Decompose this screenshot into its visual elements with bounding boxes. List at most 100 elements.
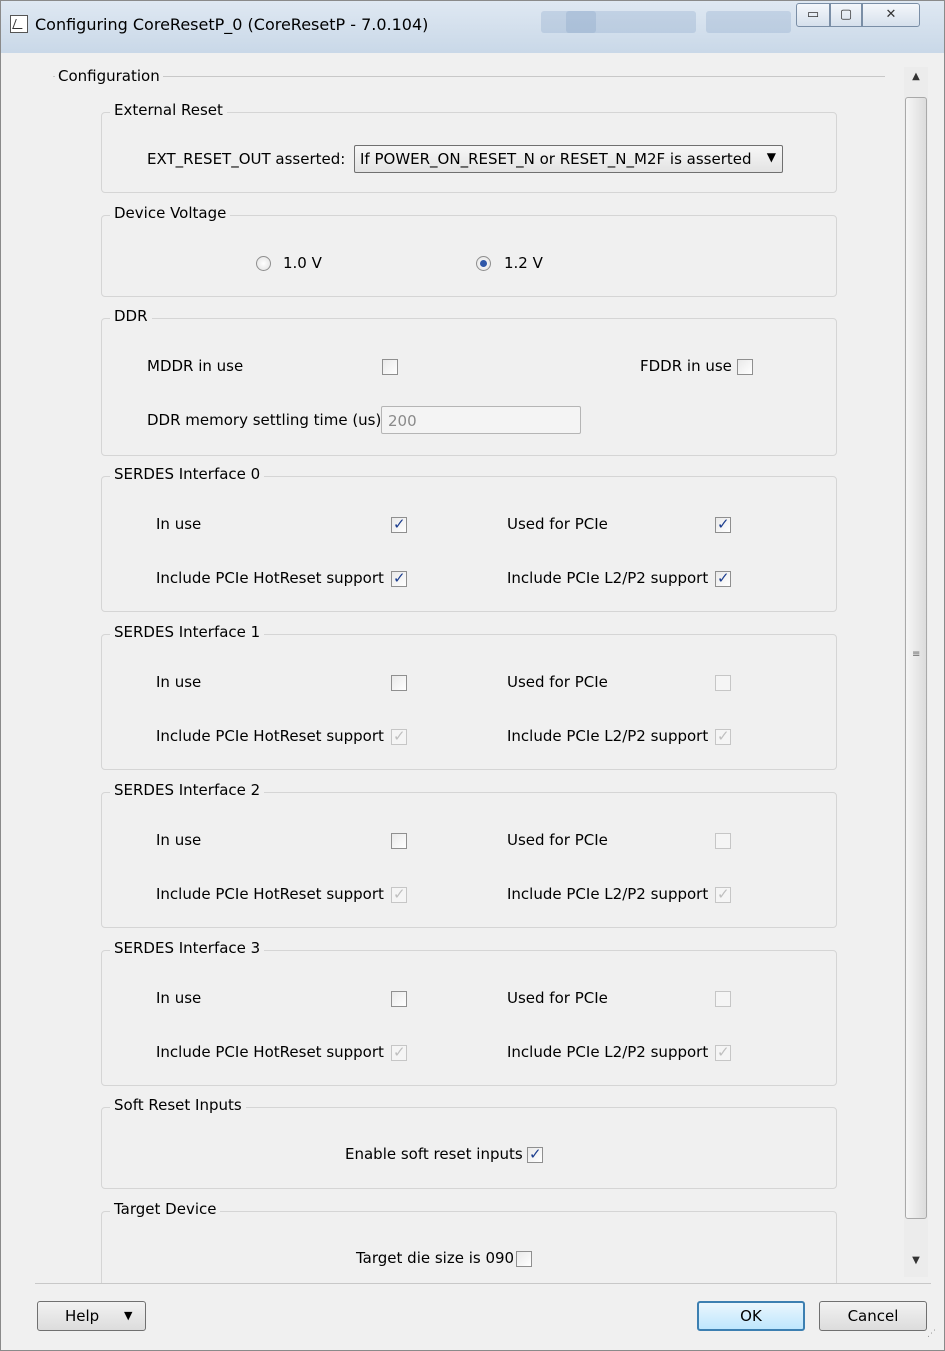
scrollbar-thumb[interactable]: ≡ bbox=[905, 97, 927, 1219]
serdes-2-hotreset-label: Include PCIe HotReset support bbox=[156, 885, 384, 903]
serdes-2-group: SERDES Interface 2 In use Used for PCIe … bbox=[101, 781, 837, 928]
enable-soft-reset-label: Enable soft reset inputs bbox=[345, 1145, 523, 1163]
serdes-2-hotreset-checkbox[interactable]: ✓ bbox=[391, 885, 407, 903]
serdes-1-used-pcie-checkbox[interactable] bbox=[715, 675, 731, 691]
mddr-in-use-label: MDDR in use bbox=[147, 357, 244, 375]
serdes-2-l2p2-label: Include PCIe L2/P2 support bbox=[507, 885, 709, 903]
voltage-1-0-label: 1.0 V bbox=[283, 254, 322, 272]
serdes-2-in-use-label: In use bbox=[156, 831, 202, 849]
target-die-size-checkbox[interactable] bbox=[516, 1251, 532, 1267]
target-device-group: Target Device Target die size is 090 bbox=[101, 1200, 837, 1283]
background-taskbar-item bbox=[566, 11, 696, 33]
serdes-0-group: SERDES Interface 0 In use ✓ Used for PCI… bbox=[101, 465, 837, 612]
ext-reset-out-value: If POWER_ON_RESET_N or RESET_N_M2F is as… bbox=[360, 150, 752, 168]
help-button[interactable]: Help ▼ bbox=[37, 1301, 146, 1331]
serdes-3-hotreset-checkbox[interactable]: ✓ bbox=[391, 1043, 407, 1061]
serdes-1-group: SERDES Interface 1 In use Used for PCIe … bbox=[101, 623, 837, 770]
mddr-in-use-checkbox[interactable] bbox=[382, 359, 398, 375]
chevron-down-icon: ▼ bbox=[124, 1309, 133, 1322]
dialog-window: Configuring CoreResetP_0 (CoreResetP - 7… bbox=[0, 0, 945, 1351]
serdes-0-hotreset-checkbox[interactable]: ✓ bbox=[391, 569, 407, 587]
serdes-1-in-use-checkbox[interactable] bbox=[391, 675, 407, 691]
grip-icon: ≡ bbox=[912, 649, 921, 660]
serdes-3-hotreset-label: Include PCIe HotReset support bbox=[156, 1043, 384, 1061]
serdes-0-hotreset-label: Include PCIe HotReset support bbox=[156, 569, 384, 587]
configuration-divider bbox=[53, 76, 885, 77]
ok-button[interactable]: OK bbox=[697, 1301, 805, 1331]
voltage-1-2-label: 1.2 V bbox=[504, 254, 543, 272]
check-icon: ✓ bbox=[717, 569, 730, 587]
serdes-0-l2p2-checkbox[interactable]: ✓ bbox=[715, 569, 731, 587]
group-title: Soft Reset Inputs bbox=[110, 1096, 246, 1114]
serdes-0-l2p2-label: Include PCIe L2/P2 support bbox=[507, 569, 709, 587]
background-taskbar-item bbox=[706, 11, 791, 33]
chevron-down-icon: ▼ bbox=[766, 150, 776, 164]
ext-reset-out-label: EXT_RESET_OUT asserted: bbox=[147, 150, 346, 168]
app-icon bbox=[10, 15, 28, 33]
external-reset-group: External Reset EXT_RESET_OUT asserted: I… bbox=[101, 101, 837, 193]
ddr-settling-time-label: DDR memory settling time (us): bbox=[147, 411, 387, 429]
ext-reset-out-select[interactable]: If POWER_ON_RESET_N or RESET_N_M2F is as… bbox=[354, 145, 783, 173]
target-die-size-label: Target die size is 090 bbox=[356, 1249, 515, 1267]
footer-divider bbox=[35, 1283, 931, 1284]
check-icon: ✓ bbox=[393, 885, 406, 903]
group-title: Device Voltage bbox=[110, 204, 231, 222]
configuration-panel: Configuration External Reset EXT_RESET_O… bbox=[1, 53, 944, 1283]
serdes-0-in-use-checkbox[interactable]: ✓ bbox=[391, 515, 407, 533]
group-title: DDR bbox=[110, 307, 152, 325]
check-icon: ✓ bbox=[393, 569, 406, 587]
device-voltage-group: Device Voltage 1.0 V 1.2 V bbox=[101, 204, 837, 297]
check-icon: ✓ bbox=[717, 515, 730, 533]
serdes-0-used-pcie-checkbox[interactable]: ✓ bbox=[715, 515, 731, 533]
group-title: SERDES Interface 1 bbox=[110, 623, 265, 641]
voltage-1-0-radio[interactable] bbox=[256, 256, 271, 271]
resize-grip-icon[interactable]: ⋰ bbox=[927, 1330, 941, 1345]
window-title: Configuring CoreResetP_0 (CoreResetP - 7… bbox=[35, 15, 429, 34]
serdes-0-used-pcie-label: Used for PCIe bbox=[507, 515, 608, 533]
vertical-scrollbar[interactable]: ▲ ≡ ▼ bbox=[904, 67, 928, 1277]
serdes-2-used-pcie-checkbox[interactable] bbox=[715, 833, 731, 849]
cancel-button[interactable]: Cancel bbox=[819, 1301, 927, 1331]
ddr-settling-time-input[interactable]: 200 bbox=[381, 406, 581, 434]
ddr-settling-time-value: 200 bbox=[388, 412, 417, 430]
check-icon: ✓ bbox=[393, 727, 406, 745]
check-icon: ✓ bbox=[717, 885, 730, 903]
serdes-3-used-pcie-checkbox[interactable] bbox=[715, 991, 731, 1007]
title-bar[interactable]: Configuring CoreResetP_0 (CoreResetP - 7… bbox=[1, 1, 944, 53]
serdes-3-in-use-checkbox[interactable] bbox=[391, 991, 407, 1007]
serdes-1-hotreset-checkbox[interactable]: ✓ bbox=[391, 727, 407, 745]
serdes-1-in-use-label: In use bbox=[156, 673, 202, 691]
serdes-3-group: SERDES Interface 3 In use Used for PCIe … bbox=[101, 939, 837, 1086]
soft-reset-group: Soft Reset Inputs Enable soft reset inpu… bbox=[101, 1096, 837, 1189]
group-title: Target Device bbox=[110, 1200, 221, 1218]
check-icon: ✓ bbox=[529, 1145, 542, 1163]
check-icon: ✓ bbox=[717, 1043, 730, 1061]
close-button[interactable]: ✕ bbox=[862, 3, 920, 27]
help-button-label: Help bbox=[65, 1307, 100, 1325]
scroll-down-icon[interactable]: ▼ bbox=[904, 1251, 928, 1271]
group-title: SERDES Interface 3 bbox=[110, 939, 265, 957]
serdes-3-l2p2-label: Include PCIe L2/P2 support bbox=[507, 1043, 709, 1061]
enable-soft-reset-checkbox[interactable]: ✓ bbox=[527, 1145, 543, 1163]
configuration-label: Configuration bbox=[55, 67, 163, 85]
serdes-1-l2p2-checkbox[interactable]: ✓ bbox=[715, 727, 731, 745]
serdes-1-hotreset-label: Include PCIe HotReset support bbox=[156, 727, 384, 745]
check-icon: ✓ bbox=[717, 727, 730, 745]
scroll-up-icon[interactable]: ▲ bbox=[904, 67, 928, 87]
maximize-button[interactable]: ▢ bbox=[830, 3, 862, 27]
serdes-2-in-use-checkbox[interactable] bbox=[391, 833, 407, 849]
group-title: SERDES Interface 0 bbox=[110, 465, 265, 483]
ddr-group: DDR MDDR in use FDDR in use DDR memory s… bbox=[101, 307, 837, 456]
serdes-3-used-pcie-label: Used for PCIe bbox=[507, 989, 608, 1007]
voltage-1-2-radio[interactable] bbox=[476, 256, 491, 271]
serdes-2-used-pcie-label: Used for PCIe bbox=[507, 831, 608, 849]
minimize-button[interactable]: ▭ bbox=[796, 3, 830, 27]
serdes-0-in-use-label: In use bbox=[156, 515, 202, 533]
serdes-1-used-pcie-label: Used for PCIe bbox=[507, 673, 608, 691]
serdes-2-l2p2-checkbox[interactable]: ✓ bbox=[715, 885, 731, 903]
serdes-3-l2p2-checkbox[interactable]: ✓ bbox=[715, 1043, 731, 1061]
fddr-in-use-checkbox[interactable] bbox=[737, 359, 753, 375]
serdes-1-l2p2-label: Include PCIe L2/P2 support bbox=[507, 727, 709, 745]
check-icon: ✓ bbox=[393, 515, 406, 533]
group-title: SERDES Interface 2 bbox=[110, 781, 265, 799]
